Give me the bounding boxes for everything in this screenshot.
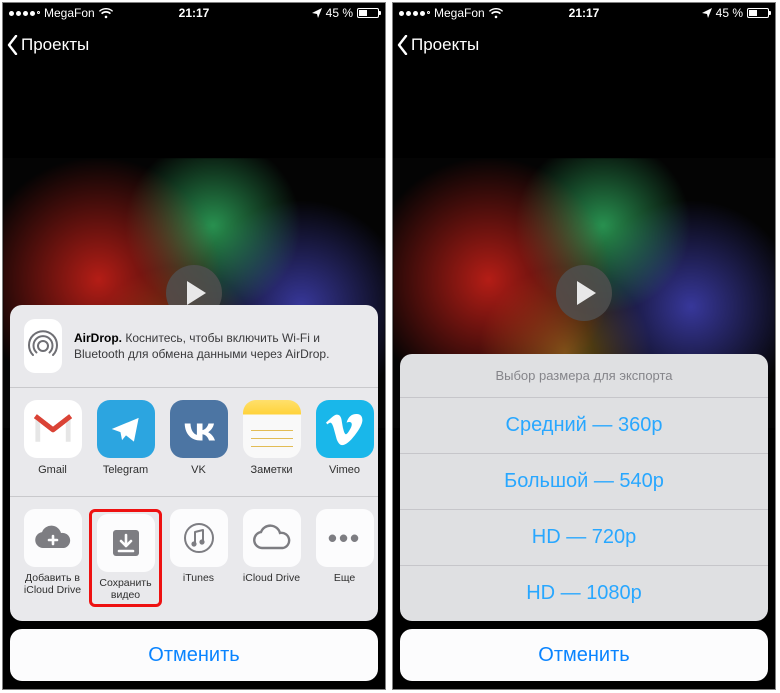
signal-dots-icon — [399, 11, 430, 16]
notes-icon — [243, 400, 301, 458]
nav-bar: Проекты — [3, 23, 385, 67]
vimeo-icon — [316, 400, 374, 458]
more-icon: ••• — [316, 509, 374, 567]
airdrop-row[interactable]: AirDrop. Коснитесь, чтобы включить Wi-Fi… — [10, 305, 378, 388]
cancel-button[interactable]: Отменить — [10, 629, 378, 681]
location-arrow-icon — [312, 8, 322, 18]
gmail-icon — [24, 400, 82, 458]
share-sheet: AirDrop. Коснитесь, чтобы включить Wi-Fi… — [10, 305, 378, 681]
share-app-vk[interactable]: VK — [162, 400, 235, 488]
airdrop-icon — [24, 319, 62, 373]
battery-icon — [357, 8, 379, 18]
action-save-video[interactable]: Сохранить видео — [89, 509, 162, 607]
cloud-add-icon — [24, 509, 82, 567]
wifi-icon — [489, 8, 503, 19]
airdrop-text: AirDrop. Коснитесь, чтобы включить Wi-Fi… — [74, 330, 364, 362]
export-option-360p[interactable]: Средний — 360p — [400, 397, 768, 453]
battery-percent: 45 % — [716, 6, 743, 20]
cancel-button[interactable]: Отменить — [400, 629, 768, 681]
export-option-540p[interactable]: Большой — 540p — [400, 453, 768, 509]
phone-share-sheet: MegaFon 21:17 45 % Проекты — [2, 2, 386, 690]
signal-dots-icon — [9, 11, 40, 16]
back-button[interactable]: Проекты — [7, 35, 89, 55]
status-bar: MegaFon 21:17 45 % — [3, 3, 385, 23]
save-video-icon — [97, 514, 155, 572]
vk-icon — [170, 400, 228, 458]
share-app-notes[interactable]: Заметки — [235, 400, 308, 488]
itunes-icon — [170, 509, 228, 567]
share-app-gmail[interactable]: Gmail — [16, 400, 89, 488]
telegram-icon — [97, 400, 155, 458]
action-add-icloud[interactable]: Добавить в iCloud Drive — [16, 509, 89, 607]
action-icloud-drive[interactable]: iCloud Drive — [235, 509, 308, 607]
export-size-title: Выбор размера для экспорта — [400, 354, 768, 397]
nav-bar: Проекты — [393, 23, 775, 67]
cloud-icon — [243, 509, 301, 567]
export-option-720p[interactable]: HD — 720p — [400, 509, 768, 565]
clock: 21:17 — [179, 6, 210, 20]
chevron-left-icon — [397, 35, 409, 55]
share-app-telegram[interactable]: Telegram — [89, 400, 162, 488]
clock: 21:17 — [569, 6, 600, 20]
export-size-sheet: Выбор размера для экспорта Средний — 360… — [400, 354, 768, 681]
phone-export-size: MegaFon 21:17 45 % Проекты Выбор размера… — [392, 2, 776, 690]
carrier-label: MegaFon — [434, 6, 485, 20]
back-label: Проекты — [411, 35, 479, 55]
back-button[interactable]: Проекты — [397, 35, 479, 55]
back-label: Проекты — [21, 35, 89, 55]
battery-percent: 45 % — [326, 6, 353, 20]
chevron-left-icon — [7, 35, 19, 55]
battery-icon — [747, 8, 769, 18]
status-bar: MegaFon 21:17 45 % — [393, 3, 775, 23]
action-more[interactable]: ••• Еще — [308, 509, 378, 607]
play-button[interactable] — [556, 265, 612, 321]
carrier-label: MegaFon — [44, 6, 95, 20]
location-arrow-icon — [702, 8, 712, 18]
share-actions-row[interactable]: Добавить в iCloud Drive Сохранить видео … — [10, 497, 378, 621]
wifi-icon — [99, 8, 113, 19]
action-itunes[interactable]: iTunes — [162, 509, 235, 607]
share-apps-row[interactable]: Gmail Telegram VK Заметки — [10, 388, 378, 497]
share-app-vimeo[interactable]: Vimeo — [308, 400, 378, 488]
export-option-1080p[interactable]: HD — 1080p — [400, 565, 768, 621]
